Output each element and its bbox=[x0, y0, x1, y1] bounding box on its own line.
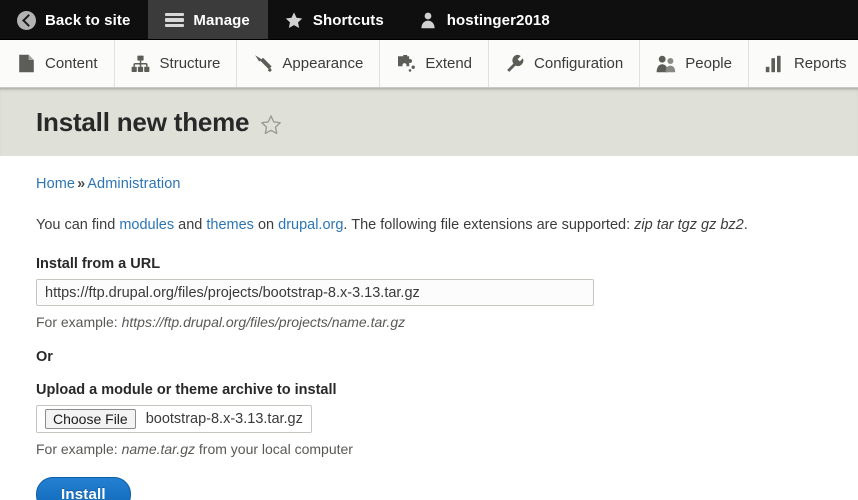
toolbar-item-label: hostinger2018 bbox=[446, 11, 550, 29]
upload-field-description: For example: name.tar.gz from your local… bbox=[36, 441, 822, 457]
upload-desc-suffix: from your local computer bbox=[195, 441, 353, 458]
admin-menu-item-label: Content bbox=[45, 55, 98, 72]
toolbar-item-manage[interactable]: Manage bbox=[148, 0, 268, 40]
install-url-input[interactable] bbox=[36, 279, 594, 307]
intro-part-3: on bbox=[253, 217, 279, 233]
sitemap-icon bbox=[131, 54, 151, 74]
toolbar-item-back-to-site[interactable]: Back to site bbox=[0, 0, 148, 40]
admin-menu-item-appearance[interactable]: Appearance bbox=[237, 40, 381, 87]
admin-menu-item-label: Appearance bbox=[282, 55, 364, 72]
page-title-band: Install new theme bbox=[0, 88, 858, 156]
wrench-icon bbox=[505, 54, 525, 74]
hamburger-menu-icon bbox=[164, 10, 184, 30]
url-desc-prefix: For example: bbox=[36, 314, 122, 331]
admin-toolbar: Back to site Manage Shortcuts hostinger2… bbox=[0, 0, 858, 40]
install-submit-button[interactable]: Install bbox=[36, 477, 131, 500]
url-desc-example: https://ftp.drupal.org/files/projects/na… bbox=[121, 314, 406, 331]
bar-chart-icon bbox=[765, 54, 785, 74]
admin-menu-item-structure[interactable]: Structure bbox=[115, 40, 238, 87]
admin-menu-item-label: People bbox=[685, 55, 732, 72]
admin-menu-item-configuration[interactable]: Configuration bbox=[489, 40, 641, 87]
main-content: Home» Administration You can find modules… bbox=[0, 156, 858, 500]
link-modules[interactable]: modules bbox=[119, 217, 174, 233]
link-themes[interactable]: themes bbox=[206, 217, 254, 233]
admin-menu-item-people[interactable]: People bbox=[640, 40, 749, 87]
breadcrumb: Home» Administration bbox=[36, 176, 822, 192]
toolbar-item-label: Shortcuts bbox=[312, 11, 384, 29]
admin-menu-item-label: Configuration bbox=[534, 55, 624, 72]
admin-menu-item-content[interactable]: Content bbox=[0, 40, 115, 87]
star-icon bbox=[284, 10, 304, 30]
url-field-description: For example: https://ftp.drupal.org/file… bbox=[36, 314, 822, 330]
upload-desc-example: name.tar.gz bbox=[121, 441, 195, 458]
intro-period: . bbox=[743, 217, 748, 233]
file-upload-control[interactable]: Choose File bootstrap-8.x-3.13.tar.gz bbox=[36, 405, 312, 434]
upload-desc-prefix: For example: bbox=[36, 441, 122, 458]
user-account-icon bbox=[418, 10, 438, 30]
admin-menu-item-extend[interactable]: Extend bbox=[380, 40, 490, 87]
page-title: Install new theme bbox=[36, 107, 282, 138]
star-outline-icon[interactable] bbox=[260, 112, 282, 134]
breadcrumb-link-administration[interactable]: Administration bbox=[87, 176, 180, 192]
admin-menu-item-reports[interactable]: Reports bbox=[749, 40, 858, 87]
people-icon bbox=[656, 54, 676, 74]
intro-part-2: and bbox=[174, 217, 207, 233]
toolbar-item-user-account[interactable]: hostinger2018 bbox=[402, 0, 568, 40]
toolbar-item-label: Back to site bbox=[45, 11, 131, 29]
choose-file-button[interactable]: Choose File bbox=[45, 409, 136, 430]
link-drupal-org[interactable]: drupal.org bbox=[278, 217, 343, 233]
url-field-label: Install from a URL bbox=[36, 256, 161, 273]
admin-menu-item-label: Structure bbox=[159, 55, 221, 72]
intro-text: You can find modules and themes on drupa… bbox=[36, 215, 822, 235]
intro-part-1: You can find bbox=[36, 217, 120, 233]
document-icon bbox=[16, 54, 36, 74]
admin-menu-item-label: Reports bbox=[793, 55, 847, 72]
breadcrumb-separator: » bbox=[77, 176, 86, 192]
supported-extensions: zip tar tgz gz bz2 bbox=[634, 217, 744, 233]
upload-field-label: Upload a module or theme archive to inst… bbox=[36, 382, 337, 399]
admin-menu-item-label: Extend bbox=[425, 55, 473, 72]
breadcrumb-link-home[interactable]: Home bbox=[36, 176, 75, 192]
admin-menu-tray: Content Structure Appearance Extend Conf… bbox=[0, 40, 858, 88]
paintbrush-icon bbox=[253, 54, 273, 74]
selected-file-name: bootstrap-8.x-3.13.tar.gz bbox=[145, 411, 303, 428]
intro-part-4: . The following file extensions are supp… bbox=[343, 217, 635, 233]
puzzle-piece-icon bbox=[396, 54, 416, 74]
toolbar-item-label: Manage bbox=[193, 11, 250, 29]
or-separator-label: Or bbox=[36, 349, 53, 366]
page-title-text: Install new theme bbox=[36, 107, 250, 137]
back-arrow-icon bbox=[16, 10, 36, 30]
toolbar-item-shortcuts[interactable]: Shortcuts bbox=[268, 0, 402, 40]
